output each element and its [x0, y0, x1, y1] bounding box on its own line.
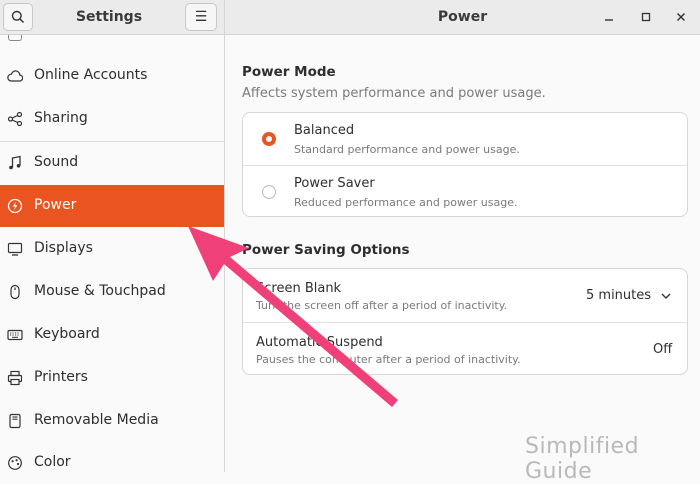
sidebar-item-sharing[interactable]: Sharing	[0, 98, 224, 140]
minimize-icon	[605, 19, 613, 21]
sidebar-item-sound[interactable]: Sound	[0, 142, 224, 184]
power-mode-title: Power Mode	[242, 64, 336, 80]
option-label: Balanced	[294, 123, 355, 138]
screen-blank-row[interactable]: Screen Blank Turn the screen off after a…	[243, 269, 687, 322]
sidebar-item-label: Sharing	[34, 110, 88, 126]
settings-sidebar: Settings ☰ Online Accounts Sharing Sound…	[0, 0, 225, 472]
screen-blank-dropdown-value[interactable]: 5 minutes	[586, 288, 651, 303]
removable-media-icon	[9, 413, 21, 429]
sidebar-item-color[interactable]: Color	[0, 442, 224, 472]
sidebar-item-label: Keyboard	[34, 326, 100, 342]
hamburger-menu-icon: ☰	[194, 9, 208, 25]
color-icon	[8, 456, 22, 470]
chevron-down-icon[interactable]	[661, 292, 671, 300]
keyboard-icon	[7, 329, 23, 341]
power-mode-option-power-saver[interactable]: Power Saver Reduced performance and powe…	[243, 166, 687, 218]
sidebar-item-label: Power	[34, 197, 77, 213]
power-saving-title: Power Saving Options	[242, 242, 410, 258]
sidebar-item-label: Online Accounts	[34, 67, 148, 83]
window-header: Power	[225, 0, 700, 35]
automatic-suspend-value[interactable]: Off	[653, 342, 672, 357]
sidebar-item-label: Displays	[34, 240, 93, 256]
row-label: Screen Blank	[256, 281, 342, 296]
partial-item-icon	[8, 35, 22, 41]
sidebar-item-removable-media[interactable]: Removable Media	[0, 400, 224, 442]
maximize-button[interactable]	[638, 9, 654, 25]
printer-icon	[7, 370, 23, 386]
share-icon	[7, 111, 23, 127]
music-note-icon	[9, 155, 21, 170]
row-description: Pauses the computer after a period of in…	[256, 353, 521, 366]
sidebar-header: Settings ☰	[0, 0, 224, 35]
display-icon	[7, 242, 23, 256]
watermark: Simplified Guide	[525, 434, 640, 484]
close-icon	[677, 13, 685, 21]
radio-button-selected[interactable]	[262, 132, 276, 146]
sidebar-item-displays[interactable]: Displays	[0, 228, 224, 270]
sidebar-item-label: Color	[34, 454, 71, 470]
power-mode-card: Balanced Standard performance and power …	[242, 112, 688, 217]
sidebar-item-label: Printers	[34, 369, 88, 385]
sidebar-item-printers[interactable]: Printers	[0, 357, 224, 399]
option-description: Standard performance and power usage.	[294, 143, 520, 156]
minimize-button[interactable]	[601, 9, 617, 25]
maximize-icon	[641, 12, 651, 22]
radio-button[interactable]	[262, 185, 276, 199]
sidebar-item-mouse-touchpad[interactable]: Mouse & Touchpad	[0, 271, 224, 313]
power-bolt-icon	[7, 198, 23, 214]
row-label: Automatic Suspend	[256, 335, 383, 350]
close-button[interactable]	[673, 9, 689, 25]
sidebar-item-power[interactable]: Power	[0, 185, 224, 227]
sidebar-item-label: Removable Media	[34, 412, 159, 428]
menu-button[interactable]: ☰	[185, 3, 217, 31]
power-panel: Power Power Mode Affects system performa…	[225, 0, 700, 472]
sidebar-item-online-accounts[interactable]: Online Accounts	[0, 55, 224, 97]
sidebar-item-label: Sound	[34, 154, 79, 170]
option-description: Reduced performance and power usage.	[294, 196, 518, 209]
power-saving-card: Screen Blank Turn the screen off after a…	[242, 268, 688, 375]
cloud-icon	[7, 70, 23, 82]
mouse-icon	[10, 284, 20, 300]
automatic-suspend-row[interactable]: Automatic Suspend Pauses the computer af…	[243, 323, 687, 376]
power-mode-option-balanced[interactable]: Balanced Standard performance and power …	[243, 113, 687, 165]
power-mode-subtitle: Affects system performance and power usa…	[242, 86, 546, 101]
window-title: Power	[437, 9, 488, 25]
sidebar-item-keyboard[interactable]: Keyboard	[0, 314, 224, 356]
sidebar-item-label: Mouse & Touchpad	[34, 283, 166, 299]
option-label: Power Saver	[294, 176, 375, 191]
row-description: Turn the screen off after a period of in…	[256, 299, 508, 312]
